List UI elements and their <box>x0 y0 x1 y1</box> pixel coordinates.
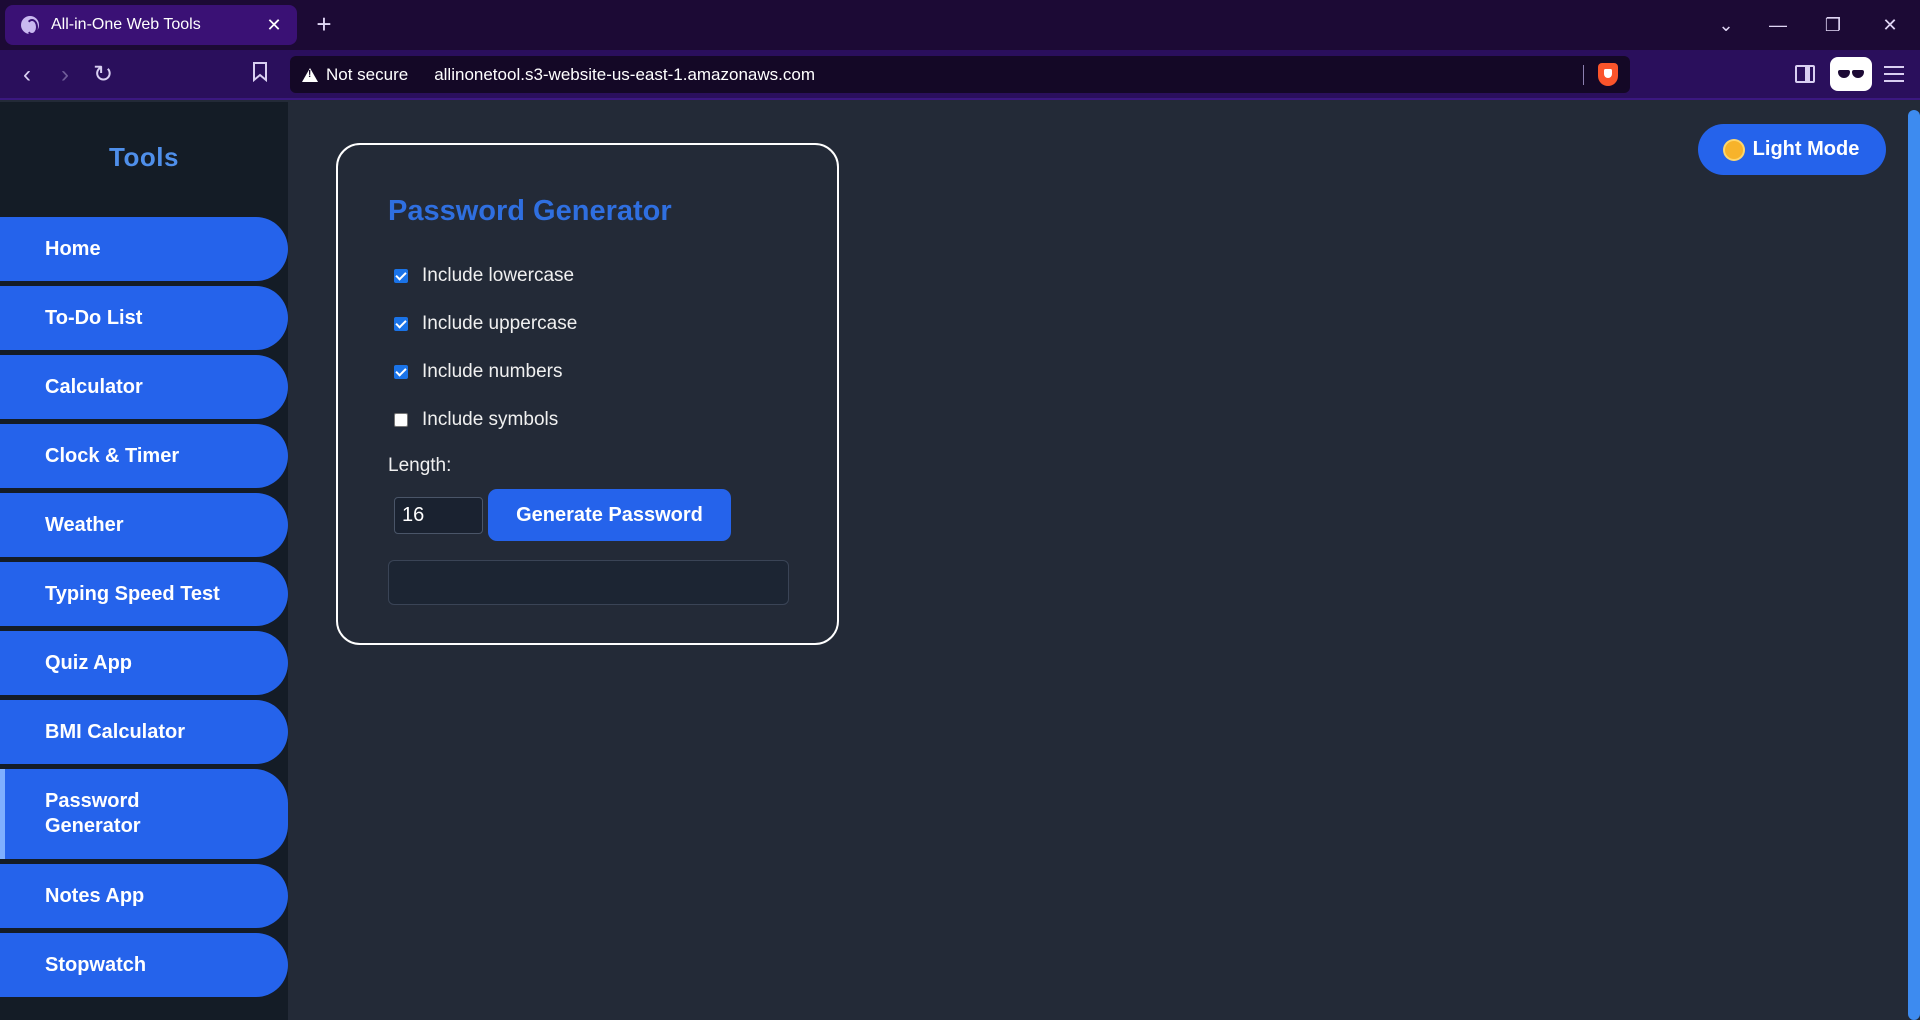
tab-title: All-in-One Web Tools <box>51 16 201 33</box>
sidebar-title: Tools <box>109 142 179 172</box>
option-numbers[interactable]: Include numbers <box>394 361 562 383</box>
minimize-button[interactable]: — <box>1758 10 1798 40</box>
url-text[interactable]: allinonetool.s3-website-us-east-1.amazon… <box>434 65 815 85</box>
sidebar-toggle-icon[interactable] <box>1795 65 1815 83</box>
option-label: Include symbols <box>422 409 559 430</box>
option-symbols[interactable]: Include symbols <box>394 409 558 431</box>
hamburger-menu-icon[interactable] <box>1884 66 1904 82</box>
page-scrollbar[interactable] <box>1908 110 1920 1020</box>
sidebar-item-quiz-app[interactable]: Quiz App <box>0 631 288 695</box>
browser-toolbar: ‹ › ↻ Not secure allinonetool.s3-website… <box>0 50 1920 100</box>
back-button[interactable]: ‹ <box>12 60 42 90</box>
close-window-button[interactable]: ✕ <box>1870 10 1910 40</box>
light-mode-label: Light Mode <box>1752 138 1860 160</box>
light-mode-button[interactable]: Light Mode <box>1698 124 1886 175</box>
bookmark-icon[interactable] <box>245 60 275 90</box>
close-tab-icon[interactable]: ✕ <box>263 14 285 36</box>
sidebar-item-home[interactable]: Home <box>0 217 288 281</box>
sidebar-item-label: To-Do List <box>45 306 143 329</box>
reload-button[interactable]: ↻ <box>88 60 118 90</box>
sidebar-item-notes-app[interactable]: Notes App <box>0 864 288 928</box>
security-indicator[interactable]: Not secure <box>326 65 408 85</box>
length-label: Length: <box>388 455 452 476</box>
length-input[interactable]: 16 <box>394 497 483 534</box>
forward-button[interactable]: › <box>50 60 80 90</box>
sidebar-item-label: Typing Speed Test <box>45 582 220 605</box>
password-output-field[interactable] <box>388 560 789 605</box>
sidebar-item-label: Weather <box>45 513 124 536</box>
sidebar-item-label: Stopwatch <box>45 953 147 976</box>
warning-icon <box>302 67 318 82</box>
browser-tab[interactable]: All-in-One Web Tools ✕ <box>5 5 297 45</box>
option-label: Include uppercase <box>422 313 578 334</box>
lowercase-checkbox[interactable] <box>394 269 408 283</box>
brave-shields-icon[interactable] <box>1598 63 1618 86</box>
tools-sidebar: Tools Home To-Do List Calculator Clock &… <box>0 102 288 1020</box>
url-divider <box>1583 65 1584 85</box>
sidebar-item-label: Clock & Timer <box>45 444 180 467</box>
symbols-checkbox[interactable] <box>394 413 408 427</box>
sidebar-item-label: Quiz App <box>45 651 133 674</box>
sidebar-item-label: Notes App <box>45 884 145 907</box>
restore-button[interactable]: ❐ <box>1813 10 1853 40</box>
tab-search-chevron-icon[interactable]: ⌄ <box>1706 10 1746 40</box>
sidebar-item-clock-timer[interactable]: Clock & Timer <box>0 424 288 488</box>
card-title: Password Generator <box>388 195 672 227</box>
uppercase-checkbox[interactable] <box>394 317 408 331</box>
sidebar-item-label: Home <box>45 237 101 260</box>
browser-titlebar: All-in-One Web Tools ✕ + ⌄ — ❐ ✕ <box>0 0 1920 50</box>
sidebar-item-label: BMI Calculator <box>45 720 186 743</box>
leo-glasses-icon[interactable] <box>1830 57 1872 91</box>
sidebar-item-label: Password Generator <box>45 790 141 837</box>
sidebar-item-weather[interactable]: Weather <box>0 493 288 557</box>
sidebar-item-todo-list[interactable]: To-Do List <box>0 286 288 350</box>
sidebar-item-password-generator[interactable]: Password Generator <box>0 769 288 859</box>
option-label: Include numbers <box>422 361 563 382</box>
sidebar-item-stopwatch[interactable]: Stopwatch <box>0 933 288 997</box>
page-viewport: Tools Home To-Do List Calculator Clock &… <box>0 102 1920 1020</box>
address-bar[interactable]: Not secure allinonetool.s3-website-us-ea… <box>290 56 1630 93</box>
sidebar-item-typing-speed-test[interactable]: Typing Speed Test <box>0 562 288 626</box>
sidebar-item-bmi-calculator[interactable]: BMI Calculator <box>0 700 288 764</box>
sidebar-item-calculator[interactable]: Calculator <box>0 355 288 419</box>
globe-icon <box>21 16 39 35</box>
option-uppercase[interactable]: Include uppercase <box>394 313 577 335</box>
generate-password-button[interactable]: Generate Password <box>488 489 731 541</box>
new-tab-button[interactable]: + <box>312 10 336 38</box>
sun-icon <box>1724 140 1743 159</box>
password-generator-card: Password Generator Include lowercase Inc… <box>336 143 839 645</box>
option-label: Include lowercase <box>422 265 575 286</box>
option-lowercase[interactable]: Include lowercase <box>394 265 574 287</box>
sidebar-item-label: Calculator <box>45 375 143 398</box>
numbers-checkbox[interactable] <box>394 365 408 379</box>
